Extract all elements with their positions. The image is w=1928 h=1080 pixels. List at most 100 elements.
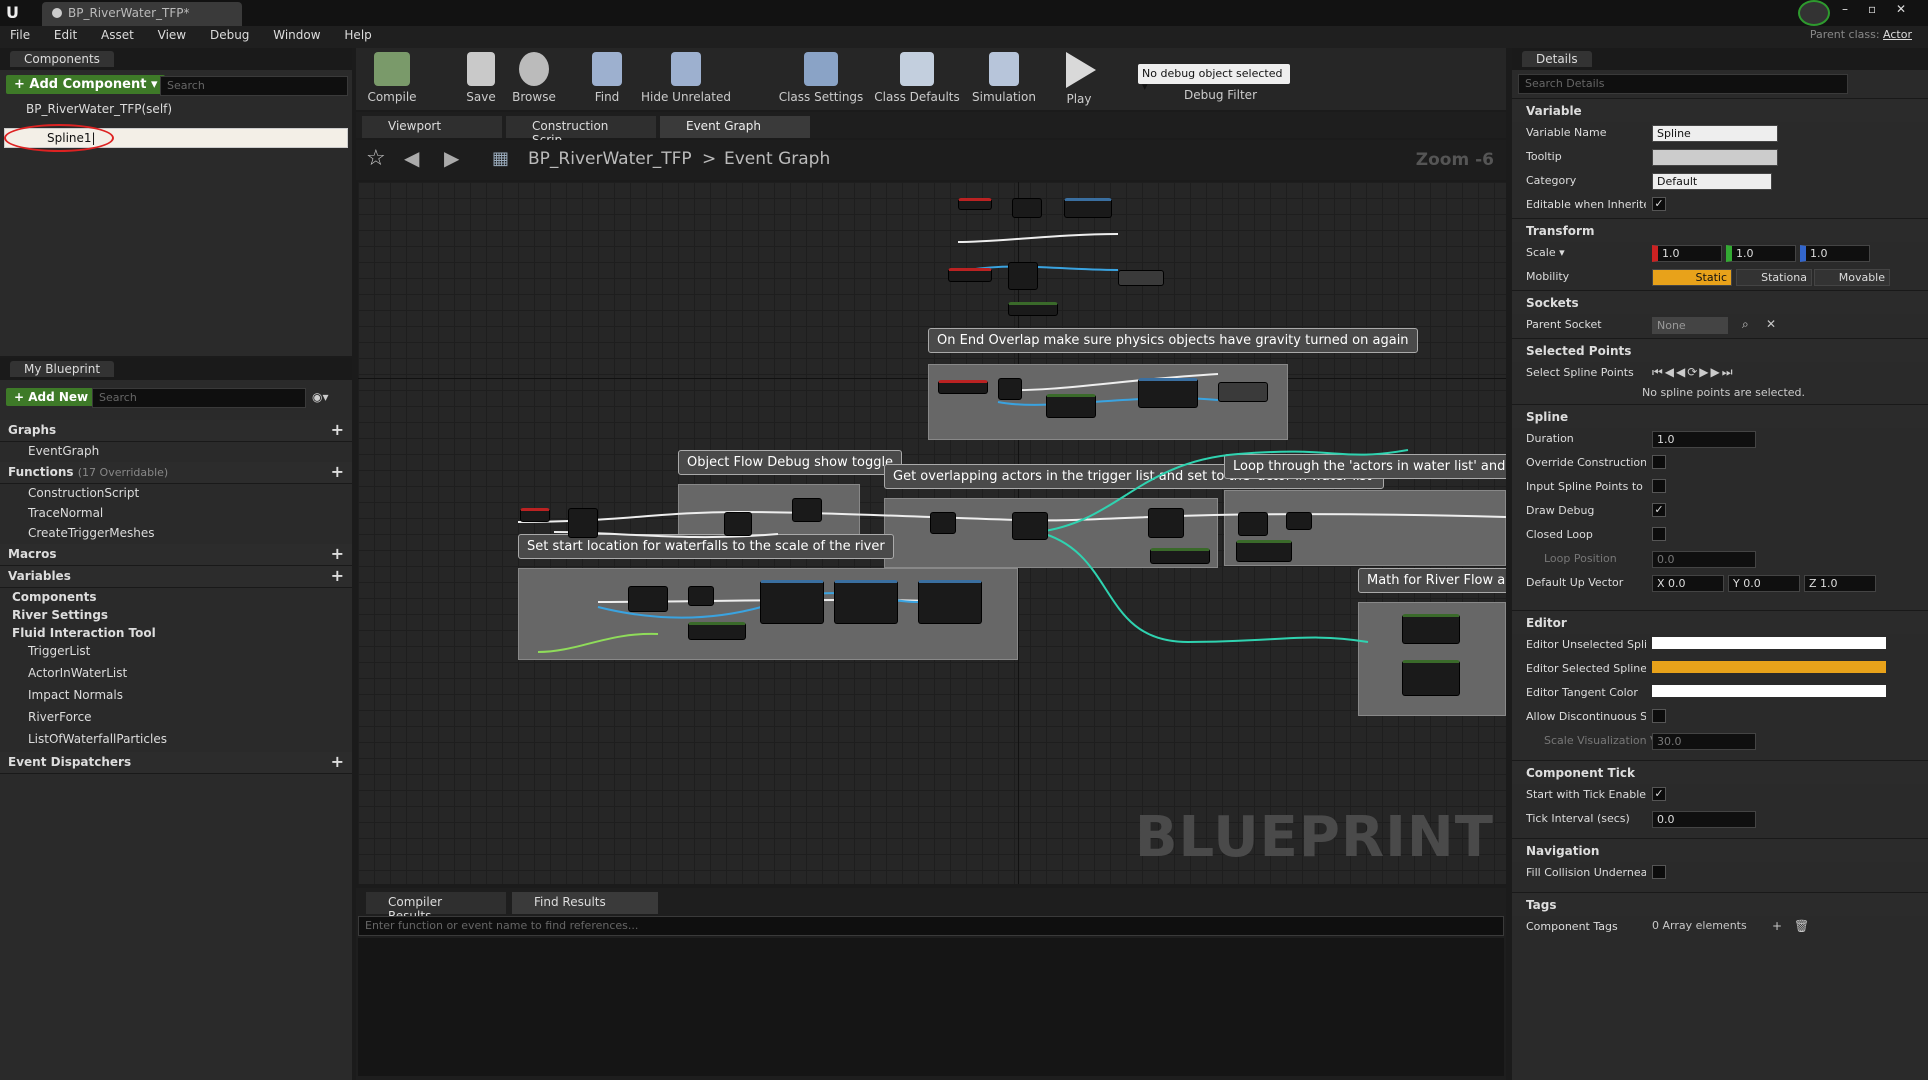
- class-defaults-button[interactable]: Class Defaults: [874, 48, 960, 104]
- graph-node[interactable]: [724, 512, 752, 536]
- tags-section[interactable]: Tags: [1512, 892, 1928, 916]
- graph-node[interactable]: [1012, 512, 1048, 540]
- function-item[interactable]: ConstructionScript: [0, 484, 352, 504]
- variable-item[interactable]: TriggerList: [0, 642, 352, 664]
- simulation-button[interactable]: Simulation: [966, 48, 1042, 104]
- graph-node[interactable]: [1236, 540, 1292, 562]
- graph-node[interactable]: [930, 512, 956, 534]
- menu-debug[interactable]: Debug: [210, 28, 249, 42]
- up-y-field[interactable]: Y 0.0: [1728, 575, 1800, 592]
- root-component[interactable]: BP_RiverWater_TFP(self): [26, 102, 172, 116]
- add-variable-button[interactable]: +: [331, 568, 344, 584]
- minimize-button[interactable]: –: [1842, 2, 1848, 16]
- tab-viewport[interactable]: Viewport: [362, 116, 502, 138]
- variables-section[interactable]: Variables +: [0, 566, 352, 588]
- menu-help[interactable]: Help: [344, 28, 371, 42]
- graph-node[interactable]: [1012, 198, 1042, 218]
- scale-x-field[interactable]: 1.0: [1652, 245, 1722, 262]
- compile-button[interactable]: Compile: [362, 48, 422, 104]
- selected-color-swatch[interactable]: [1652, 661, 1886, 673]
- menu-view[interactable]: View: [158, 28, 186, 42]
- notification-icon[interactable]: [1798, 0, 1830, 26]
- tab-event-graph[interactable]: Event Graph: [660, 116, 810, 138]
- graph-node[interactable]: [792, 498, 822, 522]
- event-graph-canvas[interactable]: On End Overlap make sure physics objects…: [358, 182, 1506, 884]
- graph-node[interactable]: [1402, 614, 1460, 644]
- editor-section[interactable]: Editor: [1512, 610, 1928, 634]
- graph-node[interactable]: [1286, 512, 1312, 530]
- graph-node[interactable]: [628, 586, 668, 612]
- my-blueprint-search[interactable]: Search: [92, 388, 306, 408]
- graph-node[interactable]: [688, 622, 746, 640]
- variable-section[interactable]: Variable: [1512, 98, 1928, 122]
- add-tag-icon[interactable]: +: [1772, 919, 1782, 933]
- details-search[interactable]: Search Details: [1518, 74, 1848, 94]
- breadcrumb-blueprint[interactable]: BP_RiverWater_TFP: [528, 149, 692, 169]
- start-tick-checkbox[interactable]: ✓: [1652, 787, 1666, 801]
- variable-item[interactable]: ActorInWaterList: [0, 664, 352, 686]
- input-spline-checkbox[interactable]: [1652, 479, 1666, 493]
- components-search[interactable]: Search: [160, 76, 348, 96]
- graph-node[interactable]: [1150, 548, 1210, 564]
- graph-node[interactable]: [520, 508, 550, 522]
- macros-section[interactable]: Macros +: [0, 544, 352, 566]
- find-references-input[interactable]: Enter function or event name to find ref…: [358, 916, 1504, 936]
- visibility-eye-icon[interactable]: ◉▾: [312, 390, 329, 404]
- maximize-button[interactable]: ▫: [1868, 2, 1876, 16]
- class-settings-button[interactable]: Class Settings: [776, 48, 866, 104]
- allow-discontinuous-checkbox[interactable]: [1652, 709, 1666, 723]
- graph-node[interactable]: [760, 580, 824, 624]
- up-z-field[interactable]: Z 1.0: [1804, 575, 1876, 592]
- tab-construction-script[interactable]: Construction Scrip: [506, 116, 656, 147]
- hide-unrelated-button[interactable]: Hide Unrelated: [638, 48, 734, 104]
- navigation-section[interactable]: Navigation: [1512, 838, 1928, 862]
- spline-point-nav-icons[interactable]: ⏮◀◀⟳▶▶⏭: [1652, 365, 1735, 380]
- variable-group[interactable]: Fluid Interaction Tool: [0, 624, 352, 642]
- graph-node[interactable]: [938, 380, 988, 394]
- editable-checkbox[interactable]: ✓: [1652, 197, 1666, 211]
- override-checkbox[interactable]: [1652, 455, 1666, 469]
- graph-node[interactable]: [948, 268, 992, 282]
- graph-node[interactable]: [1148, 508, 1184, 538]
- my-blueprint-tab[interactable]: My Blueprint: [0, 358, 352, 380]
- graph-node[interactable]: [568, 508, 598, 538]
- fill-collision-checkbox[interactable]: [1652, 865, 1666, 879]
- transform-section[interactable]: Transform: [1512, 218, 1928, 242]
- back-arrow-icon[interactable]: ◀: [404, 146, 419, 170]
- add-function-button[interactable]: +: [331, 464, 344, 480]
- mobility-movable-button[interactable]: Movable: [1814, 269, 1890, 286]
- unselected-color-swatch[interactable]: [1652, 637, 1886, 649]
- browse-button[interactable]: Browse: [506, 48, 562, 104]
- category-select[interactable]: Default: [1652, 173, 1772, 190]
- find-button[interactable]: Find: [582, 48, 632, 104]
- tangent-color-swatch[interactable]: [1652, 685, 1886, 697]
- details-tab[interactable]: Details: [1512, 48, 1928, 70]
- add-dispatcher-button[interactable]: +: [331, 754, 344, 770]
- parent-socket-field[interactable]: None: [1652, 317, 1728, 334]
- graph-node[interactable]: [1118, 270, 1164, 286]
- function-item[interactable]: CreateTriggerMeshes: [0, 524, 352, 544]
- variable-name-field[interactable]: Spline: [1652, 125, 1778, 142]
- function-item[interactable]: TraceNormal: [0, 504, 352, 524]
- event-dispatchers-section[interactable]: Event Dispatchers +: [0, 752, 352, 774]
- up-x-field[interactable]: X 0.0: [1652, 575, 1724, 592]
- graph-node[interactable]: [1238, 512, 1268, 536]
- mobility-static-button[interactable]: Static: [1652, 269, 1732, 286]
- variable-item[interactable]: Impact Normals: [0, 686, 352, 708]
- graph-node[interactable]: [918, 580, 982, 624]
- graph-node[interactable]: [998, 378, 1022, 400]
- spline-section[interactable]: Spline: [1512, 404, 1928, 428]
- forward-arrow-icon[interactable]: ▶: [444, 146, 459, 170]
- play-button[interactable]: Play: [1054, 48, 1104, 106]
- duration-field[interactable]: 1.0: [1652, 431, 1756, 448]
- breadcrumb-graph[interactable]: Event Graph: [724, 149, 830, 169]
- components-tab[interactable]: Components: [0, 48, 352, 70]
- add-component-button[interactable]: + Add Component ▾: [6, 75, 166, 94]
- sockets-section[interactable]: Sockets: [1512, 290, 1928, 314]
- graph-node[interactable]: [688, 586, 714, 606]
- graph-node[interactable]: [1008, 262, 1038, 290]
- variable-item[interactable]: RiverForce: [0, 708, 352, 730]
- selected-points-section[interactable]: Selected Points: [1512, 338, 1928, 362]
- graphs-section[interactable]: Graphs +: [0, 420, 352, 442]
- graph-node[interactable]: [958, 198, 992, 210]
